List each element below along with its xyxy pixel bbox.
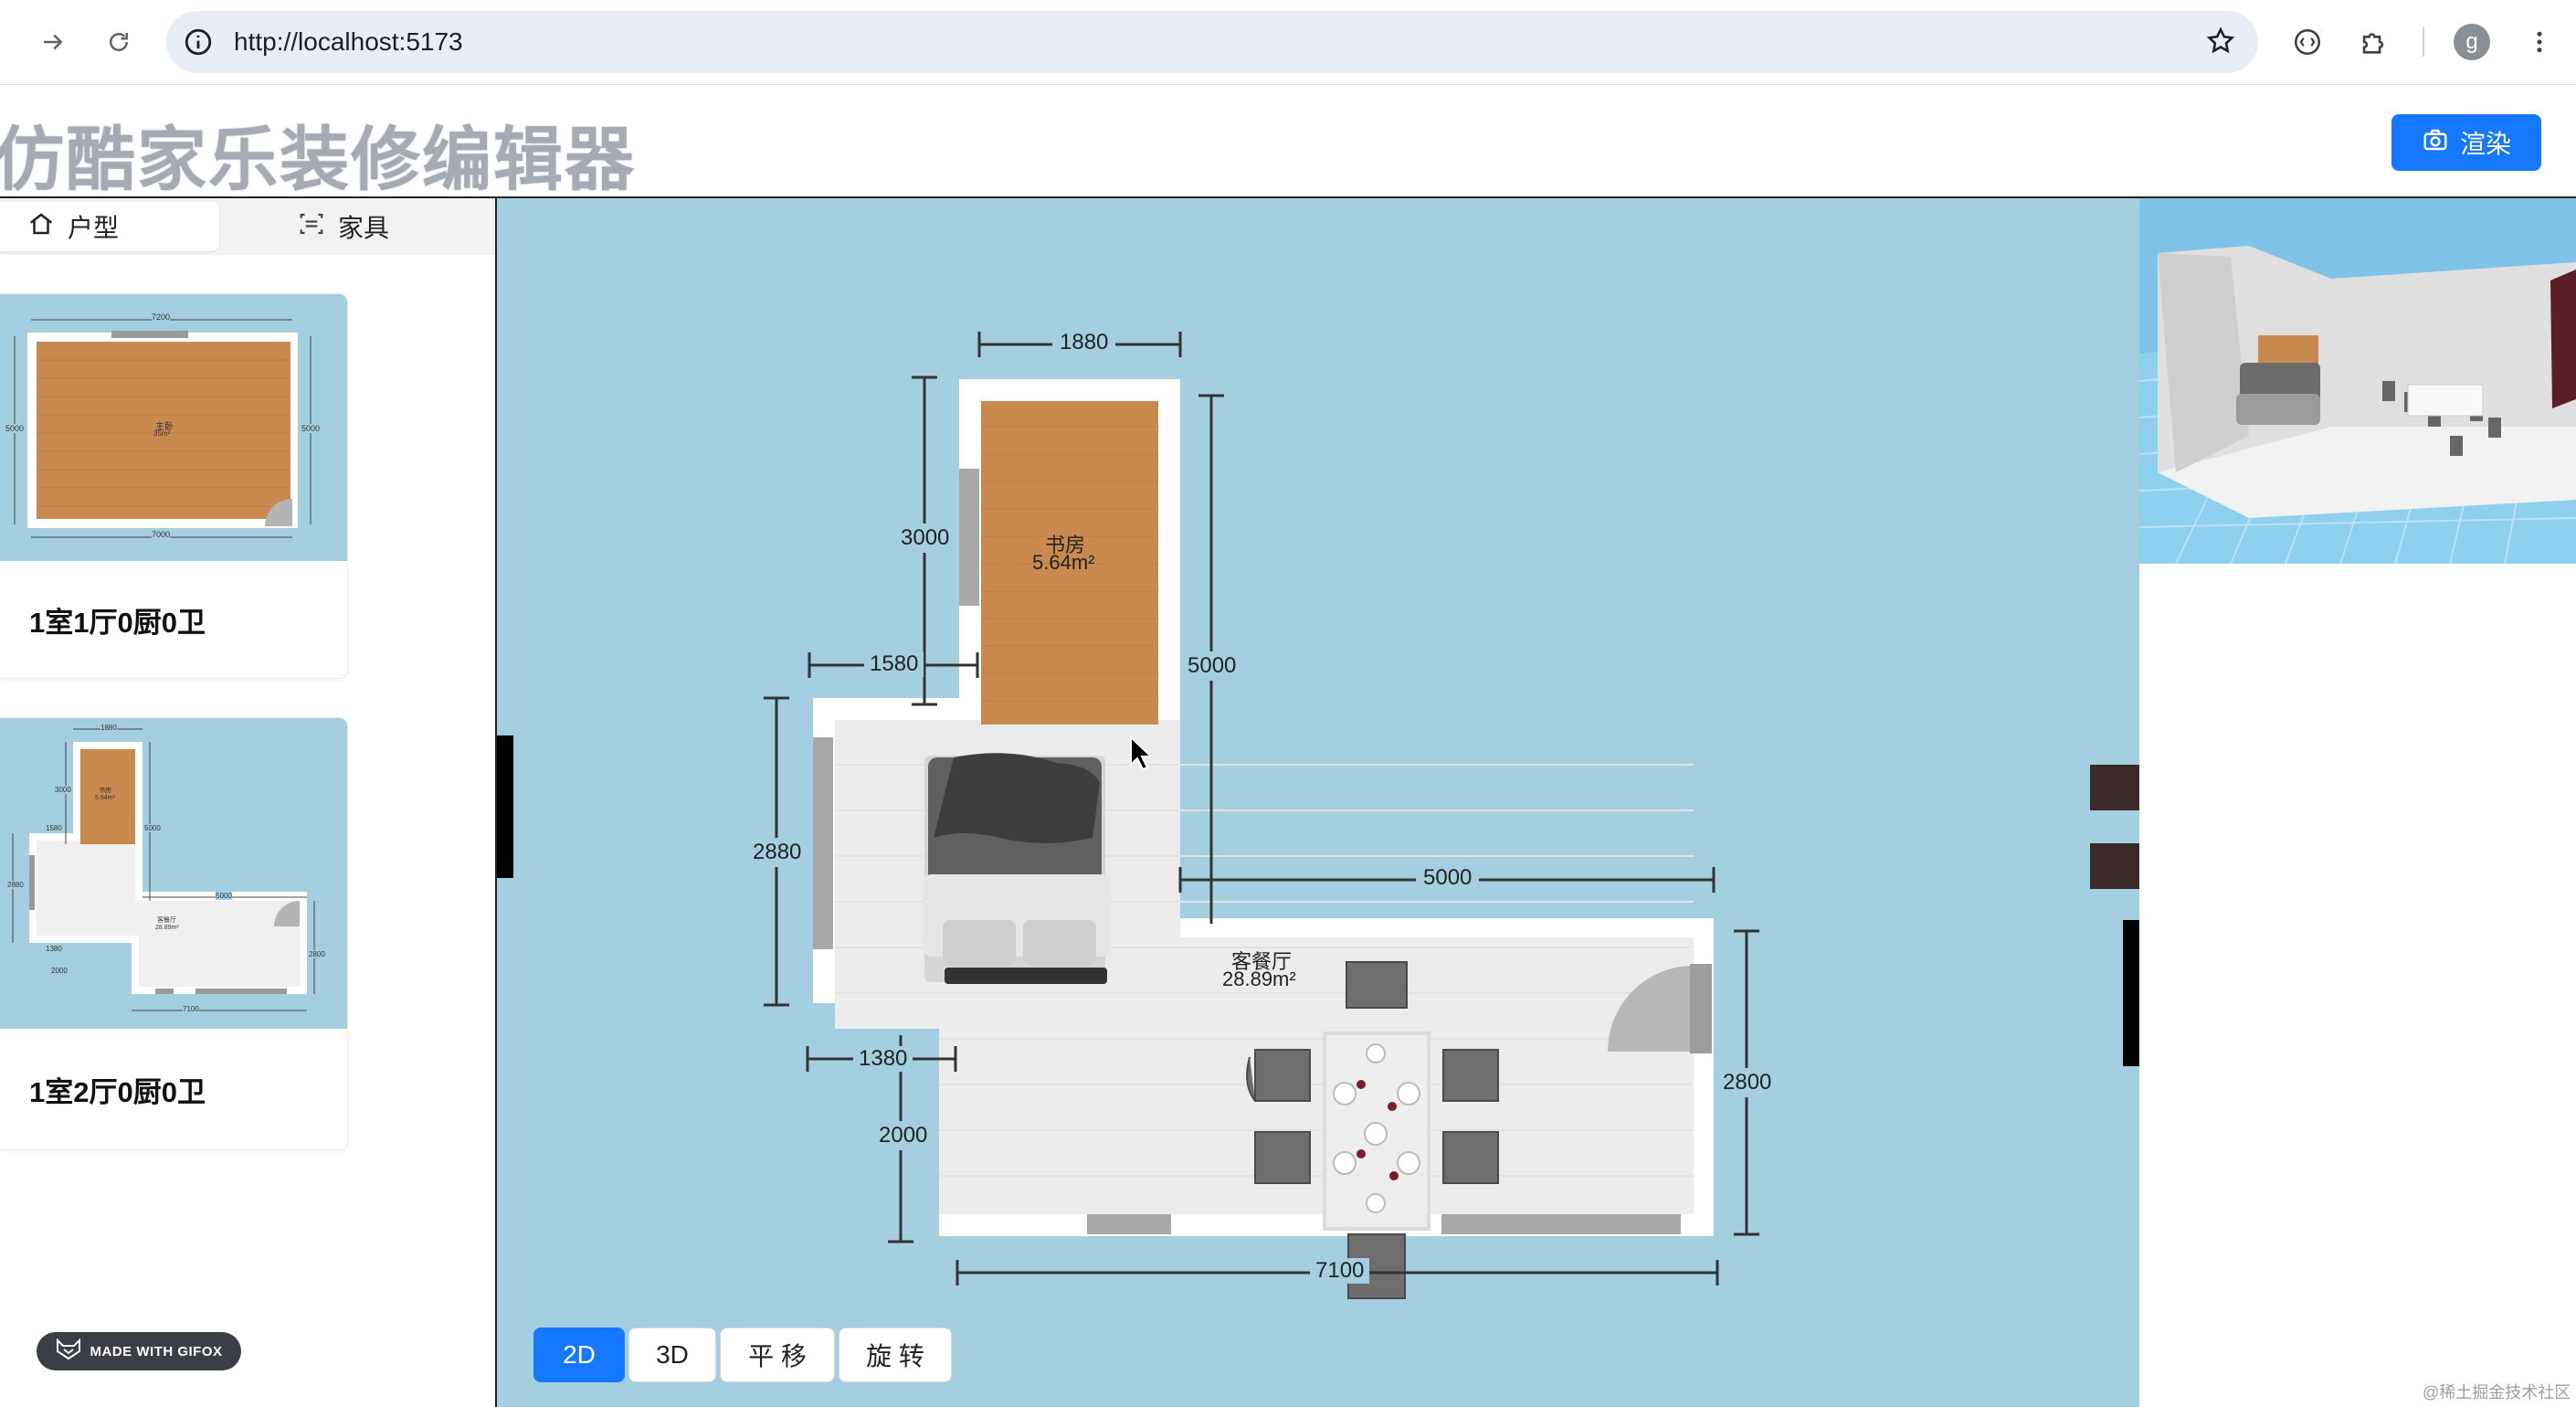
address-bar[interactable]: http://localhost:5173 [166, 11, 2258, 73]
mode-pan-button[interactable]: 平 移 [720, 1328, 835, 1382]
camera-icon [2422, 126, 2449, 160]
window-study-left [959, 469, 979, 606]
thumb2-dim-4: 2880 [7, 881, 24, 889]
url-text[interactable]: http://localhost:5173 [234, 27, 463, 57]
mode-rotate-button[interactable]: 旋 转 [839, 1328, 952, 1382]
site-info-icon[interactable] [183, 26, 214, 62]
app-title: 仿酷家乐装修编辑器 [0, 119, 636, 200]
mode-3d-button[interactable]: 3D [628, 1328, 716, 1382]
thumb2-dim-3: 5000 [144, 824, 161, 832]
right-edge-chairs [2090, 765, 2139, 889]
dim-bottom-offset: 1380 [853, 1046, 913, 1072]
reload-icon[interactable] [97, 20, 141, 64]
thumb2-dim-7: 2000 [51, 967, 68, 975]
thumb1-dim-top: 7200 [152, 312, 171, 322]
right-edge-handle [2123, 920, 2139, 1066]
gifox-text: MADE WITH GIFOX [90, 1343, 223, 1359]
layout-card-2-label: 1室2厅0厨0卫 [29, 1075, 206, 1108]
extensions-puzzle-icon[interactable] [2351, 20, 2395, 64]
render-button[interactable]: 渲染 [2391, 114, 2541, 171]
dim-study-total: 5000 [1184, 651, 1240, 681]
thumb1-dim-left: 5000 [5, 424, 25, 433]
thumb2-dim-1: 3000 [55, 786, 71, 794]
room-living-area: 28.89m² [1222, 968, 1296, 990]
tab-furniture[interactable]: 家具 [298, 202, 389, 251]
layout-thumbnail-1: 7200 7000 5000 5000 主卧 35m² [0, 294, 347, 561]
3d-preview[interactable] [2139, 198, 2576, 564]
thumb2-room2: 客餐厅 [157, 917, 176, 924]
tab-floorplan-label: 户型 [68, 214, 120, 242]
dim-right-height: 2800 [1719, 1068, 1776, 1097]
dim-offset-left: 1580 [864, 651, 924, 677]
thumb2-dim-6: 1380 [46, 945, 62, 953]
sidebar-tabs: 户型 家具 [0, 198, 495, 255]
plan-canvas[interactable]: 1880 3000 1580 5000 2880 5000 1380 2000 … [497, 198, 2139, 1407]
dim-right-width: 5000 [1416, 865, 1480, 891]
thumb2-dim-2: 1580 [46, 824, 62, 832]
dim-lower-left: 2000 [875, 1121, 932, 1150]
thumb2-room2-area: 28.89m² [155, 925, 179, 931]
preview-door [2550, 270, 2576, 408]
bed-model [923, 753, 1111, 984]
floorplan-drawing[interactable] [497, 198, 2139, 1407]
menu-kebab-icon[interactable] [2518, 20, 2561, 64]
bookmark-star-icon[interactable] [2205, 26, 2236, 61]
preview-table [2407, 384, 2484, 417]
gifox-logo-icon [56, 1338, 81, 1364]
thumb2-room1-area: 5.64m² [95, 795, 115, 801]
thumb2-dim-5: 5000 [216, 892, 232, 900]
thumb1-dim-right: 5000 [301, 424, 321, 433]
forward-icon[interactable] [31, 20, 75, 64]
tab-furniture-label: 家具 [338, 214, 390, 242]
room-study-area: 5.64m² [1032, 551, 1095, 574]
view-mode-bar: 2D 3D 平 移 旋 转 [533, 1328, 952, 1382]
gifox-badge: MADE WITH GIFOX [37, 1332, 241, 1370]
dim-total-width: 7100 [1310, 1258, 1370, 1284]
furniture-scan-icon [298, 210, 325, 244]
window-left [813, 737, 833, 949]
layout-thumbnail-2: 1880 3000 1580 5000 2880 5000 1380 2000 … [0, 718, 347, 1029]
preview-bed-foot [2236, 394, 2320, 425]
dim-top-width: 1880 [1052, 330, 1116, 355]
watermark-text: @稀土掘金技术社区 [2423, 1383, 2571, 1402]
window-bottom-2 [1441, 1214, 1681, 1234]
left-edge-handle [497, 735, 513, 878]
thumb2-dim-8: 2800 [309, 950, 325, 958]
mode-2d-button[interactable]: 2D [533, 1328, 625, 1382]
render-button-label: 渲染 [2459, 130, 2511, 158]
extension-devtools-icon[interactable] [2286, 20, 2329, 64]
toolbar-divider [2423, 27, 2424, 57]
thumb1-room-area: 35m² [153, 429, 171, 438]
home-icon [27, 210, 55, 244]
layout-card-2[interactable]: 1880 3000 1580 5000 2880 5000 1380 2000 … [0, 717, 348, 1150]
left-panel: 户型 家具 7200 7000 5000 5000 主卧 35m² 1室1厅0厨… [0, 198, 497, 1407]
browser-toolbar: http://localhost:5173 g [0, 0, 2576, 85]
layout-card-1-label: 1室1厅0厨0卫 [29, 606, 206, 639]
dim-left-height: 2880 [749, 838, 806, 867]
profile-avatar[interactable]: g [2454, 24, 2490, 60]
thumb2-room1: 书房 [99, 788, 111, 794]
thumb2-dim-9: 7100 [183, 1005, 199, 1013]
thumb1-dim-bottom: 7000 [152, 530, 171, 539]
layout-card-1[interactable]: 7200 7000 5000 5000 主卧 35m² 1室1厅0厨0卫 [0, 293, 348, 679]
app-header: 仿酷家乐装修编辑器 渲染 [0, 85, 2576, 200]
window-bottom-1 [1087, 1214, 1171, 1234]
thumb2-dim-0: 1880 [100, 724, 117, 732]
tab-floorplan[interactable]: 户型 [0, 202, 219, 251]
dim-study-height: 3000 [897, 524, 954, 553]
door-leaf [1690, 964, 1712, 1053]
